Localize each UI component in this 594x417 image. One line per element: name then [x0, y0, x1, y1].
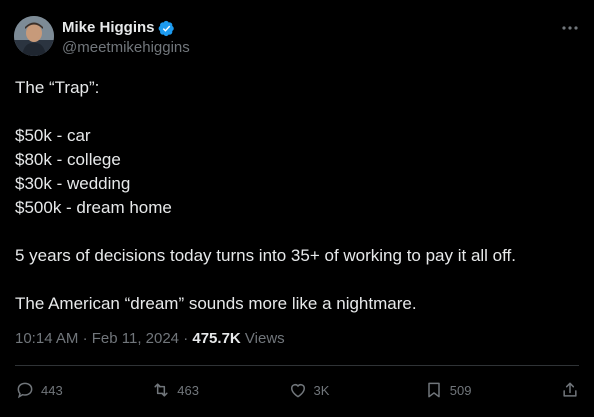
bookmark-button[interactable]: 509	[424, 380, 484, 400]
author-name-row: Mike Higgins	[62, 19, 175, 37]
meta-separator: ·	[82, 330, 92, 347]
reply-count: 443	[41, 382, 63, 398]
repost-icon	[154, 383, 168, 397]
bookmark-icon	[428, 382, 440, 398]
reply-icon	[17, 382, 33, 399]
repost-button[interactable]: 463	[151, 380, 211, 400]
tweet-text: The “Trap”: $50k - car $80k - college $3…	[15, 78, 516, 313]
tweet-date[interactable]: Feb 11, 2024	[92, 330, 179, 347]
like-button[interactable]: 3K	[288, 380, 348, 400]
views-label: Views	[244, 330, 285, 347]
bookmark-count: 509	[449, 382, 472, 398]
share-icon	[563, 382, 577, 397]
more-icon[interactable]	[560, 20, 580, 36]
views-count: 475.7K	[192, 330, 241, 347]
share-button[interactable]	[560, 380, 580, 400]
reply-button[interactable]: 443	[15, 380, 75, 400]
like-count: 3K	[313, 382, 330, 398]
action-bar: 443 463 3K 509	[15, 377, 580, 403]
tweet-time[interactable]: 10:14 AM	[15, 330, 78, 347]
tweet: Mike Higgins @meetmikehiggins The “Trap”…	[0, 0, 594, 417]
verified-badge-icon[interactable]	[158, 20, 175, 37]
like-icon	[290, 384, 305, 398]
divider	[15, 365, 579, 366]
author-display-name[interactable]: Mike Higgins	[62, 19, 155, 37]
tweet-meta: 10:14 AM · Feb 11, 2024 · 475.7K Views	[15, 330, 285, 348]
meta-separator: ·	[183, 330, 193, 347]
author-handle[interactable]: @meetmikehiggins	[62, 39, 190, 57]
repost-count: 463	[177, 382, 199, 398]
avatar[interactable]	[14, 16, 54, 56]
